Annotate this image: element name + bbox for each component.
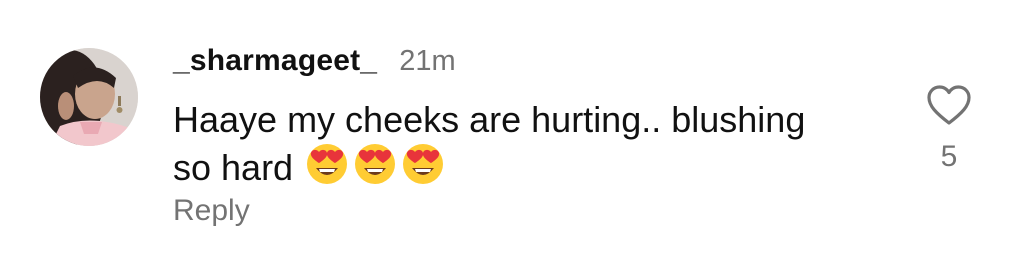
heart-outline-icon bbox=[927, 85, 971, 125]
username[interactable]: _sharmageet_ bbox=[173, 44, 377, 78]
comment-item: _sharmageet_ 21m Haaye my cheeks are hur… bbox=[0, 0, 1024, 258]
like-count: 5 bbox=[940, 140, 958, 173]
comment-text-line-1: Haaye my cheeks are hurting.. blushing bbox=[173, 99, 806, 140]
heart-eyes-emoji bbox=[305, 142, 349, 186]
comment-text-line-2-words: so hard bbox=[173, 147, 294, 188]
comment-text-line-2: so hard bbox=[173, 142, 873, 190]
timestamp: 21m bbox=[399, 45, 456, 77]
heart-eyes-emoji bbox=[401, 142, 445, 186]
comment-text: Haaye my cheeks are hurting.. blushing s… bbox=[173, 98, 873, 190]
reply-button[interactable]: Reply bbox=[173, 194, 250, 228]
comment-header: _sharmageet_ 21m bbox=[173, 44, 456, 84]
heart-eyes-emoji bbox=[353, 142, 397, 186]
avatar-image bbox=[40, 48, 138, 146]
emoji-group bbox=[305, 142, 445, 186]
like-button[interactable] bbox=[926, 84, 972, 126]
avatar[interactable] bbox=[40, 48, 138, 146]
